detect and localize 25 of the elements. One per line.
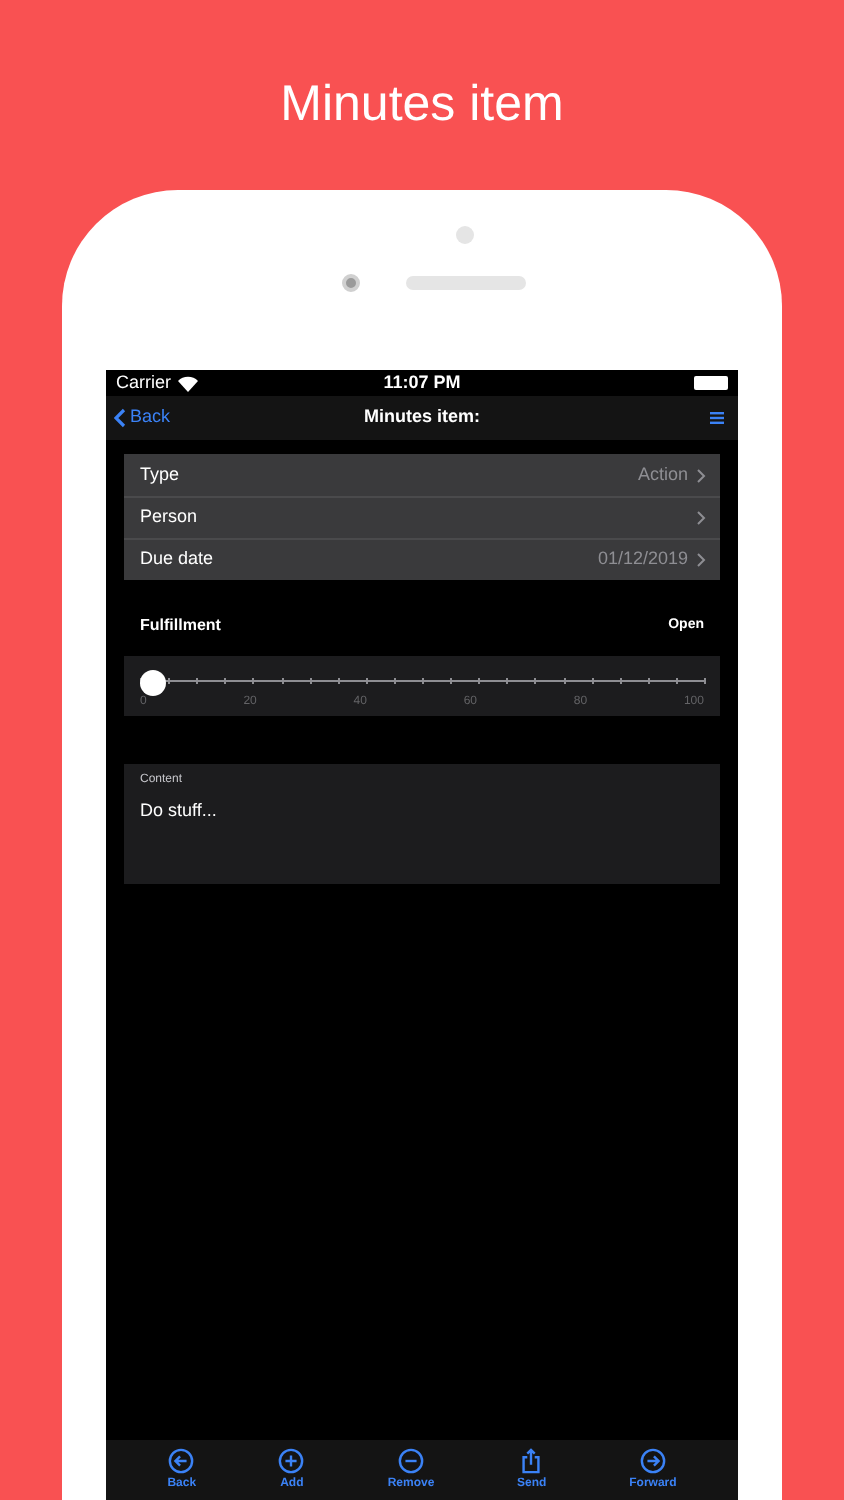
content-text[interactable]: Do stuff... [140,798,704,825]
chevron-left-icon [114,408,126,428]
list-icon[interactable] [709,412,724,424]
wifi-icon [177,375,198,391]
table-row[interactable]: Type Action [124,454,720,496]
fulfillment-label: Fulfillment [140,614,221,638]
battery-icon [694,376,728,390]
slider-thumb[interactable] [140,670,166,696]
share-icon [518,1447,545,1473]
row-value: Action [637,461,688,488]
back-button[interactable]: Back [114,404,234,432]
clock-time: 11:07 PM [383,369,461,396]
chevron-icon [696,467,706,483]
add-icon [278,1447,305,1473]
slider-track[interactable] [140,672,704,692]
chevron-icon [696,510,706,526]
table-row[interactable]: Person [124,496,720,538]
carrier-label: Carrier [116,369,172,396]
headline: Minutes item [280,74,564,136]
remove-icon [397,1447,424,1473]
nav-title: Minutes item: [363,404,480,431]
row-value: 01/12/2019 [597,546,688,573]
table-row[interactable]: Due date 01/12/2019 [124,538,720,580]
speaker-grille [406,276,526,290]
chevron-icon [696,552,706,568]
